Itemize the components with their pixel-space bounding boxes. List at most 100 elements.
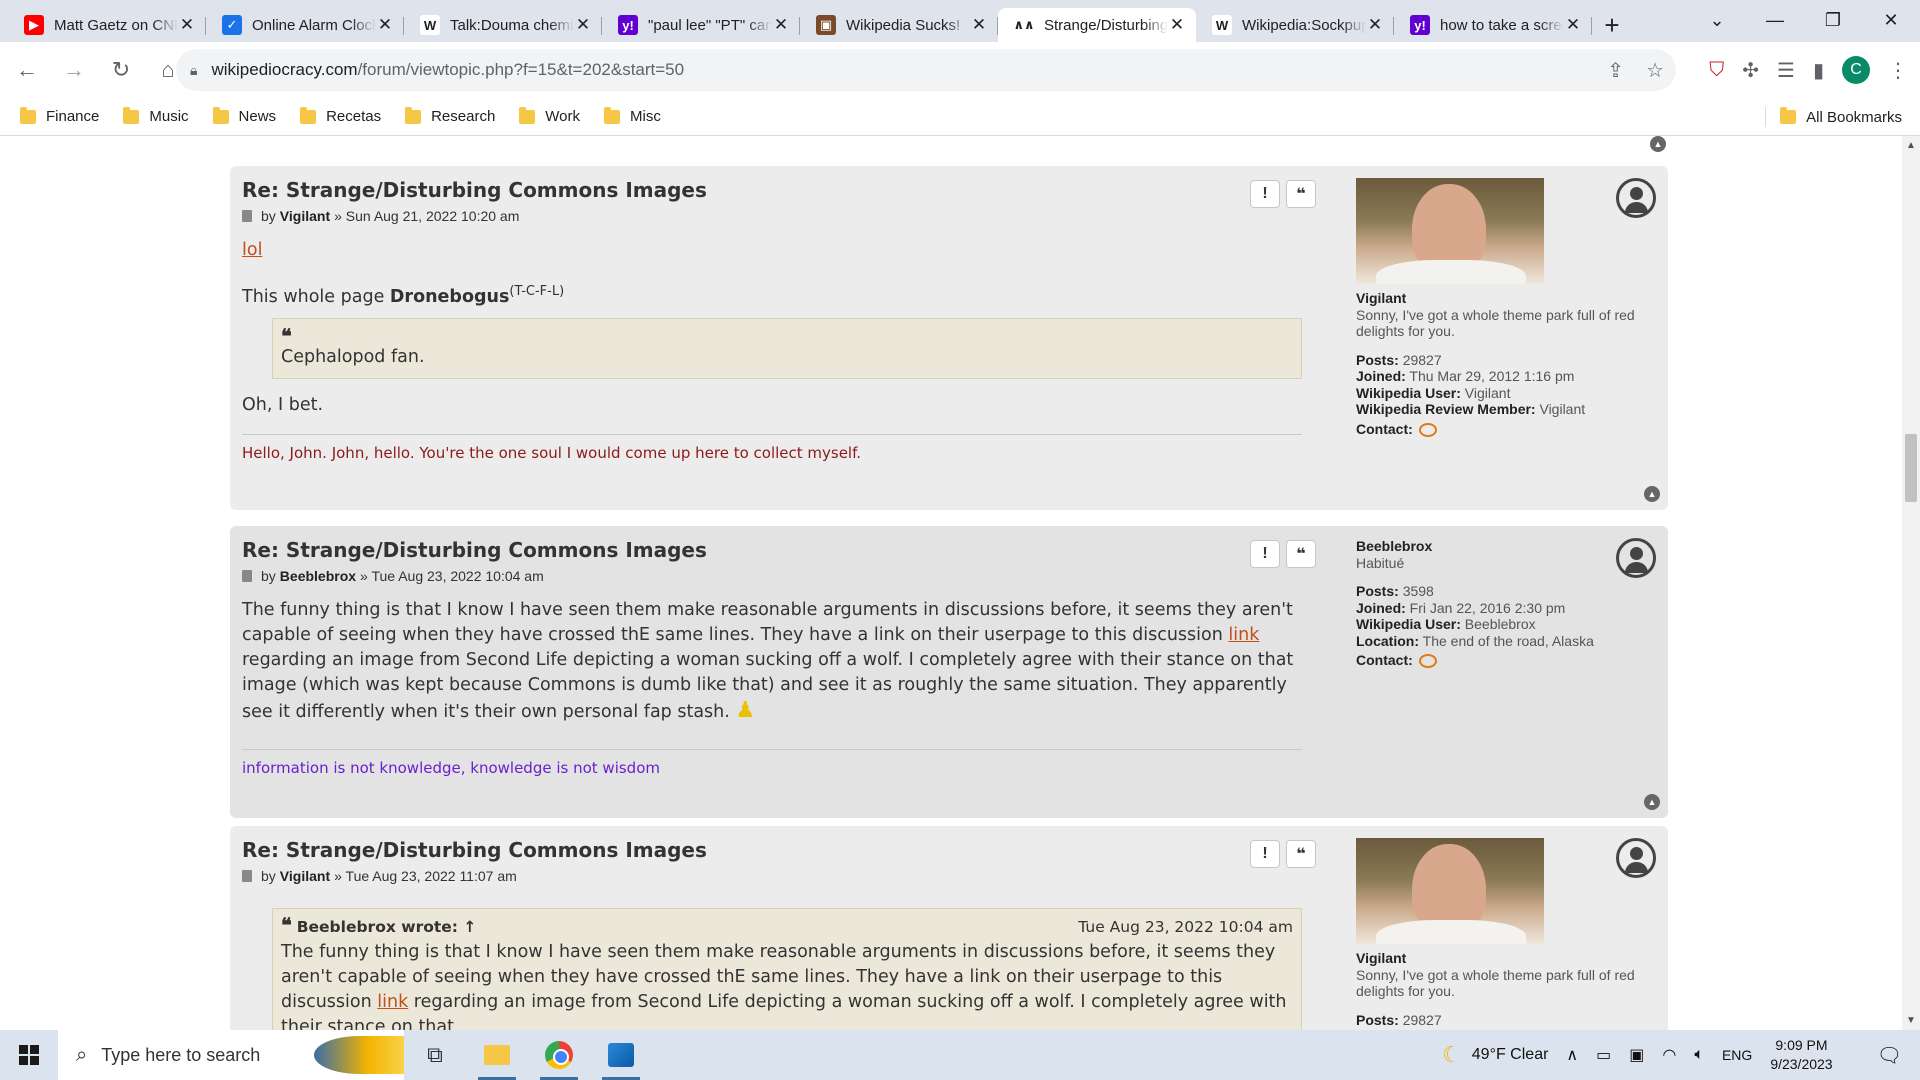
start-button[interactable] bbox=[0, 1030, 58, 1080]
chrome-taskbar-icon[interactable] bbox=[528, 1030, 590, 1080]
meet-now-icon[interactable]: ▭ bbox=[1596, 1045, 1611, 1065]
restore-button[interactable]: ❐ bbox=[1804, 0, 1862, 40]
back-to-top-icon[interactable]: ▲ bbox=[1644, 486, 1660, 502]
tab-close-icon[interactable]: ✕ bbox=[1564, 15, 1582, 35]
file-explorer-icon[interactable] bbox=[466, 1030, 528, 1080]
bookmark-folder[interactable]: Work bbox=[519, 106, 580, 125]
page-scrollbar[interactable]: ▲ ▼ bbox=[1902, 136, 1920, 1030]
tab-close-icon[interactable]: ✕ bbox=[1366, 15, 1384, 35]
post-count[interactable]: 29827 bbox=[1403, 352, 1442, 368]
post-title[interactable]: Re: Strange/Disturbing Commons Images bbox=[242, 838, 1302, 862]
profile-username[interactable]: Vigilant bbox=[1356, 950, 1656, 967]
photos-icon[interactable] bbox=[590, 1030, 652, 1080]
browser-tab[interactable]: ✓ Online Alarm Clock ✕ bbox=[206, 8, 404, 42]
bookmark-star-icon[interactable]: ☆ bbox=[1646, 58, 1664, 83]
report-button[interactable]: ! bbox=[1250, 540, 1280, 568]
tab-close-icon[interactable]: ✕ bbox=[772, 15, 790, 35]
scroll-up-arrow[interactable]: ▲ bbox=[1902, 140, 1920, 151]
post-title[interactable]: Re: Strange/Disturbing Commons Images bbox=[242, 178, 1302, 202]
contact-icon[interactable] bbox=[1418, 422, 1437, 437]
share-icon[interactable]: ⇪ bbox=[1607, 58, 1624, 83]
report-button[interactable]: ! bbox=[1250, 180, 1280, 208]
quote-button[interactable]: ❝ bbox=[1286, 180, 1316, 208]
scrollbar-thumb[interactable] bbox=[1905, 434, 1917, 502]
back-button[interactable]: ← bbox=[7, 50, 47, 90]
taskbar-search[interactable]: ⌕ Type here to search bbox=[58, 1030, 404, 1080]
browser-tab[interactable]: W Talk:Douma chemical✕ bbox=[404, 8, 602, 42]
show-hidden-icons[interactable]: ∧ bbox=[1566, 1045, 1578, 1065]
bookmark-folder[interactable]: News bbox=[212, 106, 276, 125]
post-author[interactable]: Vigilant bbox=[280, 208, 330, 224]
scroll-down-arrow[interactable]: ▼ bbox=[1902, 1015, 1920, 1026]
discussion-link[interactable]: link bbox=[1228, 625, 1259, 645]
browser-menu-icon[interactable]: ⋮ bbox=[1888, 58, 1908, 83]
user-mention[interactable]: Dronebogus bbox=[390, 287, 509, 307]
profile-avatar[interactable]: C bbox=[1842, 56, 1870, 84]
user-links[interactable]: (T-C-F-L) bbox=[509, 284, 564, 299]
reading-list-icon[interactable]: ☰ bbox=[1777, 58, 1795, 83]
browser-tab[interactable]: ▣ Wikipedia Sucks! ✕ bbox=[800, 8, 998, 42]
bookmark-folder[interactable]: Recetas bbox=[300, 106, 381, 125]
post-count[interactable]: 3598 bbox=[1403, 583, 1434, 599]
volume-icon[interactable]: 🔈︎ bbox=[1694, 1046, 1704, 1064]
user-profile-icon[interactable] bbox=[1616, 838, 1656, 878]
reload-button[interactable]: ↻ bbox=[101, 50, 141, 90]
tab-close-icon[interactable]: ✕ bbox=[178, 15, 196, 35]
browser-tab[interactable]: ▶ Matt Gaetz on CNN ✕ bbox=[8, 8, 206, 42]
lol-link[interactable]: lol bbox=[242, 240, 262, 260]
tab-search-chevron-icon[interactable]: ⌄ bbox=[1688, 0, 1746, 40]
clock[interactable]: 9:09 PM 9/23/2023 bbox=[1770, 1036, 1850, 1074]
extensions-puzzle-icon[interactable]: ✣ bbox=[1742, 58, 1759, 83]
post-title[interactable]: Re: Strange/Disturbing Commons Images bbox=[242, 538, 1302, 562]
post-icon[interactable] bbox=[242, 870, 252, 882]
browser-tab[interactable]: W Wikipedia:Sockpuppetry✕ bbox=[1196, 8, 1394, 42]
browser-tab[interactable]: ∧∧ Strange/Disturbing ✕ bbox=[998, 8, 1196, 42]
language-indicator[interactable]: ENG bbox=[1722, 1047, 1752, 1063]
bookmark-folder[interactable]: Finance bbox=[20, 106, 99, 125]
back-to-top-icon[interactable]: ▲ bbox=[1644, 794, 1660, 810]
profile-username[interactable]: Vigilant bbox=[1356, 290, 1656, 307]
contact-icon[interactable] bbox=[1418, 654, 1437, 669]
site-info-icon[interactable]: 🔒︎ bbox=[190, 62, 197, 79]
post-author[interactable]: Vigilant bbox=[280, 868, 330, 884]
tab-close-icon[interactable]: ✕ bbox=[376, 15, 394, 35]
display-icon[interactable]: ▣ bbox=[1629, 1045, 1644, 1065]
quote-author[interactable]: Beeblebrox wrote: ↑ bbox=[297, 918, 477, 936]
post-count[interactable]: 29827 bbox=[1403, 1012, 1442, 1028]
quote-button[interactable]: ❝ bbox=[1286, 540, 1316, 568]
user-profile-icon[interactable] bbox=[1616, 178, 1656, 218]
user-profile-icon[interactable] bbox=[1616, 538, 1656, 578]
post-icon[interactable] bbox=[242, 570, 252, 582]
post-author[interactable]: Beeblebrox bbox=[280, 568, 356, 584]
quote-button[interactable]: ❝ bbox=[1286, 840, 1316, 868]
tab-close-icon[interactable]: ✕ bbox=[970, 15, 988, 35]
close-window-button[interactable]: ✕ bbox=[1862, 0, 1920, 40]
address-bar[interactable]: 🔒︎ wikipediocracy.com/forum/viewtopic.ph… bbox=[176, 49, 1676, 91]
discussion-link[interactable]: link bbox=[377, 992, 408, 1012]
side-panel-icon[interactable]: ▮ bbox=[1813, 58, 1824, 83]
weather-moon-icon[interactable]: ☾ bbox=[1442, 1042, 1462, 1068]
notifications-icon[interactable]: 🗨︎ bbox=[1877, 1043, 1902, 1068]
new-tab-button[interactable]: + bbox=[1592, 8, 1632, 42]
tab-close-icon[interactable]: ✕ bbox=[574, 15, 592, 35]
extension-shield-icon[interactable]: ⛉ bbox=[1709, 59, 1724, 82]
bookmark-folder[interactable]: Music bbox=[123, 106, 189, 125]
url-text[interactable]: wikipediocracy.com/forum/viewtopic.php?f… bbox=[211, 60, 684, 80]
all-bookmarks[interactable]: All Bookmarks bbox=[1765, 98, 1902, 136]
bookmark-folder[interactable]: Misc bbox=[604, 106, 661, 125]
wifi-icon[interactable]: ◠ bbox=[1662, 1045, 1676, 1065]
tab-close-icon[interactable]: ✕ bbox=[1168, 15, 1186, 35]
profile-username[interactable]: Beeblebrox bbox=[1356, 538, 1656, 555]
avatar[interactable] bbox=[1356, 838, 1544, 944]
minimize-button[interactable]: — bbox=[1746, 0, 1804, 40]
avatar[interactable] bbox=[1356, 178, 1544, 284]
post-icon[interactable] bbox=[242, 210, 252, 222]
browser-tab[interactable]: y! how to take a screenshot✕ bbox=[1394, 8, 1592, 42]
report-button[interactable]: ! bbox=[1250, 840, 1280, 868]
bookmark-folder[interactable]: Research bbox=[405, 106, 495, 125]
task-view-icon[interactable]: ⧉ bbox=[404, 1030, 466, 1080]
forward-button[interactable]: → bbox=[54, 50, 94, 90]
weather-text[interactable]: 49°F Clear bbox=[1472, 1046, 1549, 1064]
back-to-top-icon[interactable]: ▲ bbox=[1650, 136, 1666, 152]
browser-tab[interactable]: y! "paul lee" "PT" camp✕ bbox=[602, 8, 800, 42]
